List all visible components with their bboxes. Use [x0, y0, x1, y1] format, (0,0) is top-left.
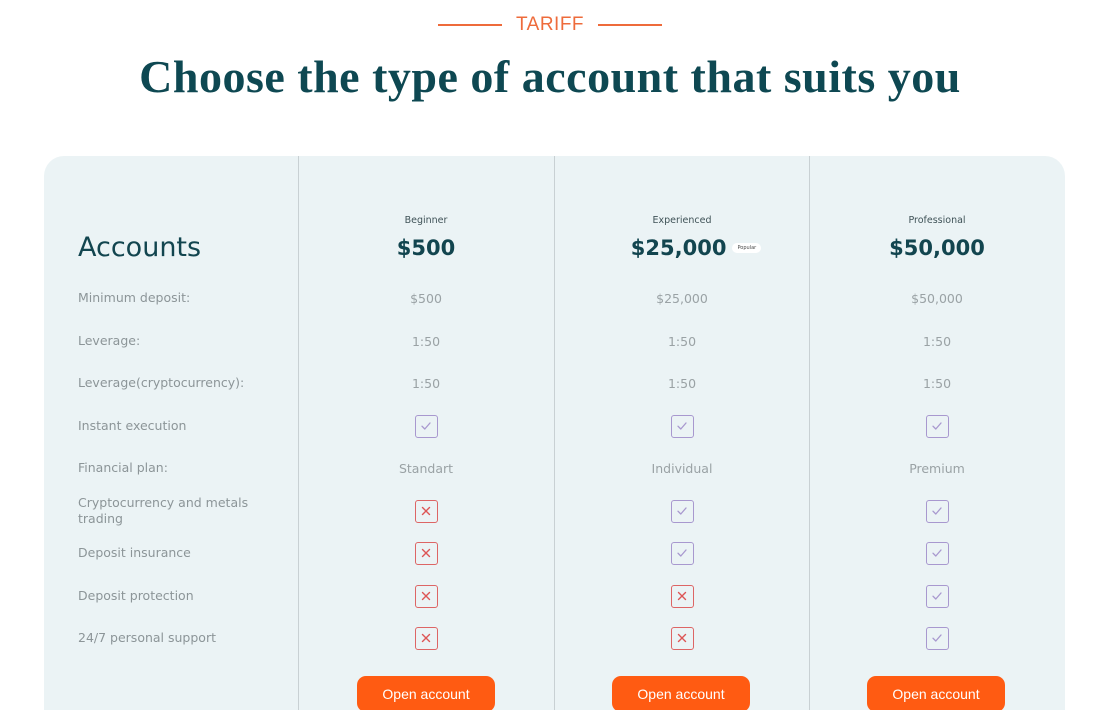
check-icon	[925, 584, 949, 608]
cell-value: $500	[410, 290, 442, 306]
check-icon	[925, 541, 949, 565]
check-icon	[670, 541, 694, 565]
cross-icon	[670, 584, 694, 608]
cell-feature	[555, 499, 809, 523]
cell-value: Standart	[398, 460, 454, 476]
cell-feature	[810, 414, 1064, 438]
cross-icon	[670, 626, 694, 650]
cell-feature	[810, 541, 1064, 565]
cross-icon	[414, 499, 438, 523]
cell-value: $50,000	[911, 290, 963, 306]
cell-value: 1:50	[922, 375, 952, 391]
check-icon	[925, 499, 949, 523]
cell-value: 1:50	[411, 375, 441, 391]
section-eyebrow: TARIFF	[0, 14, 1100, 36]
cell-feature	[299, 626, 553, 650]
cell-value: Individual	[651, 460, 713, 476]
page-title: Choose the type of account that suits yo…	[139, 51, 961, 102]
plan-tier: Experienced	[652, 215, 712, 226]
plan-header-professional: Professional $50,000	[810, 214, 1064, 260]
row-label: Financial plan:	[78, 460, 168, 475]
plan-tier: Beginner	[404, 215, 448, 226]
row-label: Deposit protection	[78, 588, 194, 603]
cell-value: 1:50	[667, 375, 697, 391]
row-label: Deposit insurance	[78, 545, 191, 560]
accounts-title: Accounts	[78, 232, 202, 263]
row-label: Leverage(cryptocurrency):	[78, 375, 245, 390]
cell-feature	[299, 499, 553, 523]
cell-feature	[810, 626, 1064, 650]
cross-icon	[414, 626, 438, 650]
cell-feature	[555, 414, 809, 438]
plan-price: $50,000	[889, 236, 985, 260]
open-account-beginner-button[interactable]: Open account	[357, 676, 495, 710]
row-label: Leverage:	[78, 333, 141, 348]
popular-badge: Popular	[732, 243, 762, 253]
cell-feature	[555, 541, 809, 565]
cell-feature	[810, 584, 1064, 608]
cell-value: 1:50	[667, 333, 697, 349]
cell-feature	[810, 499, 1064, 523]
cross-icon	[414, 541, 438, 565]
check-icon	[925, 414, 949, 438]
plan-header-experienced: Experienced $25,000 Popular	[555, 214, 809, 260]
check-icon	[414, 414, 438, 438]
open-account-professional-button[interactable]: Open account	[867, 676, 1005, 710]
eyebrow-line-right	[598, 24, 663, 26]
row-label: Instant execution	[78, 418, 187, 433]
check-icon	[925, 626, 949, 650]
eyebrow-line-left	[437, 24, 502, 26]
row-label: Minimum deposit:	[78, 290, 191, 305]
cell-value: 1:50	[922, 333, 952, 349]
cell-feature	[555, 626, 809, 650]
check-icon	[670, 499, 694, 523]
cell-value: Premium	[909, 460, 965, 476]
cell-value: 1:50	[411, 333, 441, 349]
row-label: 24/7 personal support	[78, 630, 216, 645]
cross-icon	[414, 584, 438, 608]
cell-feature	[299, 414, 553, 438]
plan-header-beginner: Beginner $500	[299, 214, 553, 260]
plan-price: $500	[396, 236, 456, 260]
cell-value: $25,000	[656, 290, 708, 306]
cell-feature	[299, 584, 553, 608]
pricing-table: Accounts Beginner $500 Experienced $25,0…	[44, 156, 1065, 710]
plan-price: $25,000	[630, 236, 727, 260]
cell-feature	[299, 541, 553, 565]
eyebrow-text: TARIFF	[515, 14, 585, 35]
plan-tier: Professional	[908, 215, 966, 226]
open-account-experienced-button[interactable]: Open account	[612, 676, 750, 710]
row-label: Cryptocurrency and metals trading	[78, 495, 249, 526]
check-icon	[670, 414, 694, 438]
cell-feature	[555, 584, 809, 608]
